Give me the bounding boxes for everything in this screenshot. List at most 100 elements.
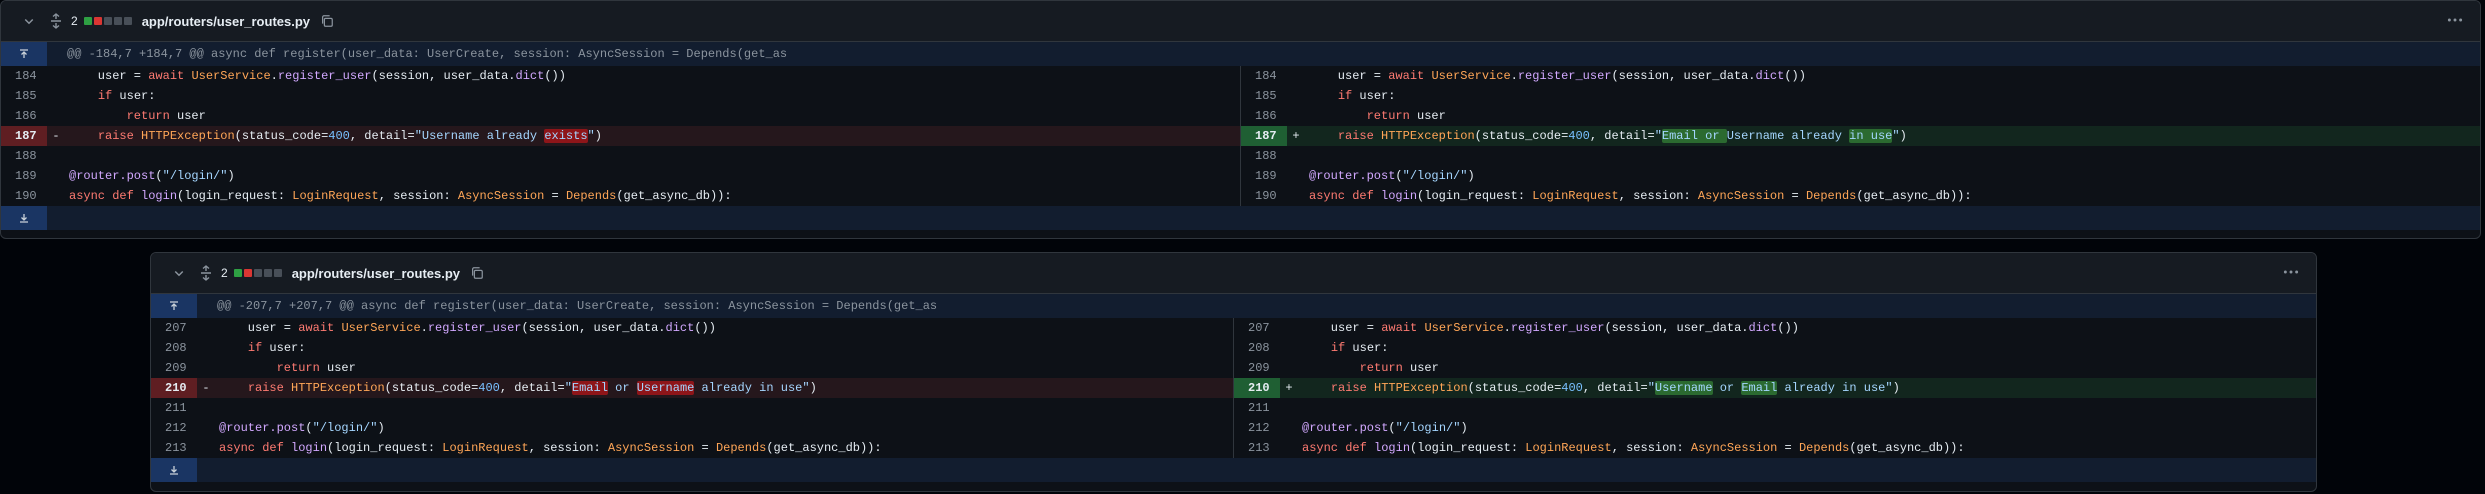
line-number[interactable]: 188 xyxy=(1,146,47,166)
line-number[interactable]: 186 xyxy=(1241,106,1287,126)
code-token: ()) xyxy=(1777,321,1799,335)
code-line: if user: xyxy=(1305,86,1396,106)
code-token: dict xyxy=(1755,69,1785,83)
expand-footer xyxy=(151,458,2316,482)
code-token: dict xyxy=(515,69,545,83)
code-token: (login_request: xyxy=(1410,441,1526,455)
code-token: ) xyxy=(377,421,385,435)
diff-rows: 184 user = await UserService.register_us… xyxy=(1,66,2480,206)
line-number[interactable]: 211 xyxy=(151,398,197,418)
line-number[interactable]: 212 xyxy=(1234,418,1280,438)
line-number[interactable]: 187 xyxy=(1,126,47,146)
line-number[interactable]: 208 xyxy=(1234,338,1280,358)
code-token: return xyxy=(1359,361,1403,375)
code-token: AsyncSession xyxy=(1697,189,1785,203)
line-number[interactable]: 190 xyxy=(1,186,47,206)
code-token: , session: xyxy=(1618,189,1698,203)
expand-footer xyxy=(1,206,2480,230)
code-line: async def login(login_request: LoginRequ… xyxy=(215,438,882,458)
line-number[interactable]: 188 xyxy=(1241,146,1287,166)
code-token: , detail= xyxy=(1589,129,1655,143)
line-number[interactable]: 185 xyxy=(1,86,47,106)
line-number[interactable]: 184 xyxy=(1241,66,1287,86)
diff-marker xyxy=(197,418,215,438)
code-line: @router.post("/login/") xyxy=(65,166,235,186)
code-token: , detail= xyxy=(349,129,415,143)
line-number[interactable]: 190 xyxy=(1241,186,1287,206)
code-token: ) xyxy=(1460,421,1468,435)
code-token: dict xyxy=(665,321,695,335)
code-token: user: xyxy=(1345,341,1389,355)
code-token: if xyxy=(1337,89,1353,103)
diff-marker: - xyxy=(202,381,210,395)
code-token: UserService xyxy=(1431,69,1511,83)
copy-icon[interactable] xyxy=(320,14,334,28)
line-number[interactable]: 211 xyxy=(1234,398,1280,418)
code-token: (session, user_data. xyxy=(1611,69,1756,83)
code-token: (session, user_data. xyxy=(521,321,666,335)
unfold-icon[interactable] xyxy=(199,265,213,281)
line-number[interactable]: 186 xyxy=(1,106,47,126)
expand-up-icon[interactable] xyxy=(1,42,47,66)
line-number[interactable]: 210 xyxy=(151,378,197,398)
code-line: raise HTTPException(status_code=400, det… xyxy=(215,378,817,398)
code-token: HTTPException xyxy=(1381,129,1475,143)
diff-marker xyxy=(1280,318,1298,338)
line-number[interactable]: 209 xyxy=(1234,358,1280,378)
line-number[interactable]: 210 xyxy=(1234,378,1280,398)
code-token: login xyxy=(291,441,328,455)
copy-icon[interactable] xyxy=(470,266,484,280)
code-token: already in use" xyxy=(694,381,810,395)
expand-up-icon[interactable] xyxy=(151,294,197,318)
file-path-link[interactable]: app/routers/user_routes.py xyxy=(142,14,310,29)
line-number[interactable]: 207 xyxy=(1234,318,1280,338)
diff-marker xyxy=(47,166,65,186)
line-number[interactable]: 212 xyxy=(151,418,197,438)
kebab-horizontal-icon[interactable] xyxy=(2282,263,2300,281)
context-line: 189 @router.post("/login/") xyxy=(1241,166,2480,186)
expand-down-icon[interactable] xyxy=(1,206,47,230)
line-number[interactable]: 189 xyxy=(1,166,47,186)
context-line: 208 if user: xyxy=(151,338,1233,358)
diff-side-right: 207 user = await UserService.register_us… xyxy=(1233,318,2316,458)
code-token: ()) xyxy=(1784,69,1806,83)
line-number[interactable]: 213 xyxy=(1234,438,1280,458)
file-path-link[interactable]: app/routers/user_routes.py xyxy=(292,266,460,281)
diff-marker xyxy=(47,146,65,166)
line-number[interactable]: 185 xyxy=(1241,86,1287,106)
chevron-down-icon[interactable] xyxy=(21,15,37,27)
kebab-horizontal-icon[interactable] xyxy=(2446,11,2464,29)
code-token: ()) xyxy=(544,69,566,83)
chevron-down-icon[interactable] xyxy=(171,267,187,279)
context-line: 207 user = await UserService.register_us… xyxy=(151,318,1233,338)
code-token: ( xyxy=(155,169,163,183)
code-token: @router.post xyxy=(1309,169,1396,183)
code-line: async def login(login_request: LoginRequ… xyxy=(1305,186,1972,206)
code-token: AsyncSession xyxy=(607,441,695,455)
code-token: (login_request: xyxy=(1417,189,1533,203)
expand-down-icon[interactable] xyxy=(151,458,197,482)
code-token: async xyxy=(1309,189,1346,203)
code-line: async def login(login_request: LoginRequ… xyxy=(1298,438,1965,458)
line-number[interactable]: 209 xyxy=(151,358,197,378)
diff-marker xyxy=(1280,418,1298,438)
line-number[interactable]: 189 xyxy=(1241,166,1287,186)
line-number[interactable]: 207 xyxy=(151,318,197,338)
code-token: . xyxy=(270,69,278,83)
code-token: 400 xyxy=(1561,381,1583,395)
code-token: def xyxy=(262,441,284,455)
line-number[interactable]: 213 xyxy=(151,438,197,458)
line-number[interactable]: 184 xyxy=(1,66,47,86)
unfold-icon[interactable] xyxy=(49,13,63,29)
line-number[interactable]: 208 xyxy=(151,338,197,358)
line-number[interactable]: 187 xyxy=(1241,126,1287,146)
code-token: user = xyxy=(1309,69,1389,83)
code-token: = xyxy=(1777,441,1799,455)
diff-marker xyxy=(47,86,65,106)
code-token: ) xyxy=(1467,169,1475,183)
